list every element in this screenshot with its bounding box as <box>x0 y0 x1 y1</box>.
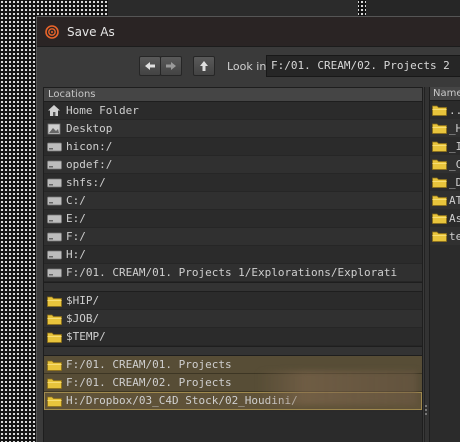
desktop-icon <box>46 122 62 136</box>
location-item[interactable]: $JOB/ <box>44 310 422 328</box>
title-bar[interactable]: Save As <box>37 17 460 47</box>
folder-icon <box>46 376 62 390</box>
location-label: $TEMP/ <box>66 330 106 343</box>
drive-icon <box>46 194 62 208</box>
folder-icon <box>431 121 447 135</box>
favorite-location-item[interactable]: F:/01. CREAM/01. Projects <box>44 356 422 374</box>
file-name: _I <box>449 139 460 153</box>
folder-icon <box>46 394 62 408</box>
location-label: $HIP/ <box>66 294 100 307</box>
folder-icon <box>46 330 62 344</box>
drive-icon <box>46 212 62 226</box>
houdini-logo-icon <box>45 24 59 39</box>
location-item[interactable]: E:/ <box>44 210 422 228</box>
drive-icon <box>46 248 62 262</box>
name-column-header[interactable]: Name <box>430 87 460 101</box>
drives-list: Home Folder Desktop hicon:/ opdef:/ shfs:/ C:… <box>44 102 422 282</box>
location-item[interactable]: F:/ <box>44 228 422 246</box>
location-label: C:/ <box>66 194 86 207</box>
background-window-strip <box>108 0 358 16</box>
favorite-location-item[interactable]: H:/Dropbox/03_C4D Stock/02_Houdini/ <box>44 392 422 410</box>
folder-icon <box>431 103 447 117</box>
folder-icon <box>431 175 447 189</box>
drive-icon <box>46 158 62 172</box>
location-label: shfs:/ <box>66 176 106 189</box>
favorite-location-item[interactable]: F:/01. CREAM/02. Projects <box>44 374 422 392</box>
drive-icon <box>46 176 62 190</box>
look-in-label: Look in <box>227 60 267 73</box>
file-list-item[interactable]: .. <box>430 101 460 119</box>
file-list-panel: Name .. _H _I _C _D AT As te <box>429 87 460 442</box>
list-separator <box>44 282 422 292</box>
file-name: .. <box>449 103 460 117</box>
file-name: As <box>449 211 460 225</box>
drive-icon <box>46 266 62 280</box>
location-item[interactable]: shfs:/ <box>44 174 422 192</box>
folder-icon <box>46 358 62 372</box>
location-label: F:/01. CREAM/02. Projects <box>66 376 232 389</box>
location-label: F:/ <box>66 230 86 243</box>
list-separator <box>44 346 422 356</box>
file-name: _D <box>449 175 460 189</box>
arrow-up-icon <box>199 60 209 72</box>
file-list-item[interactable]: AT <box>430 191 460 209</box>
file-list-item[interactable]: _H <box>430 119 460 137</box>
folder-icon <box>431 229 447 243</box>
folder-icon <box>431 139 447 153</box>
parent-folder-button[interactable] <box>193 56 215 76</box>
arrow-left-icon <box>144 61 156 71</box>
location-label: hicon:/ <box>66 140 113 153</box>
variables-list: $HIP/ $JOB/ $TEMP/ <box>44 292 422 346</box>
file-name: te <box>449 229 460 243</box>
file-list: .. _H _I _C _D AT As te <box>430 101 460 245</box>
home-icon <box>46 104 62 118</box>
file-list-item[interactable]: As <box>430 209 460 227</box>
file-name: AT <box>449 193 460 207</box>
file-name: _H <box>449 121 460 135</box>
location-label: E:/ <box>66 212 86 225</box>
locations-panel: Locations Home Folder Desktop hicon:/ opdef… <box>43 87 423 442</box>
location-label: F:/01. CREAM/01. Projects 1/Explorations… <box>66 266 398 279</box>
file-name: _C <box>449 157 460 171</box>
location-item[interactable]: F:/01. CREAM/01. Projects 1/Explorations… <box>44 264 422 282</box>
location-label: Desktop <box>66 122 113 135</box>
toolbar: Look in F:/01. CREAM/02. Projects 2 <box>37 48 460 84</box>
arrow-right-icon <box>165 61 177 71</box>
location-item[interactable]: $HIP/ <box>44 292 422 310</box>
location-label: F:/01. CREAM/01. Projects <box>66 358 232 371</box>
file-list-item[interactable]: _C <box>430 155 460 173</box>
save-as-dialog: Save As Look in F:/01. CREAM/02. Project… <box>36 16 460 442</box>
splitter-grip[interactable] <box>425 405 428 419</box>
file-list-item[interactable]: _I <box>430 137 460 155</box>
file-list-item[interactable]: te <box>430 227 460 245</box>
location-item[interactable]: $TEMP/ <box>44 328 422 346</box>
file-list-item[interactable]: _D <box>430 173 460 191</box>
folder-icon <box>431 193 447 207</box>
back-button[interactable] <box>139 56 161 76</box>
location-item[interactable]: Desktop <box>44 120 422 138</box>
location-item[interactable]: opdef:/ <box>44 156 422 174</box>
location-item[interactable]: H:/ <box>44 246 422 264</box>
background-window-strip <box>366 0 460 16</box>
drive-icon <box>46 140 62 154</box>
location-label: Home Folder <box>66 104 139 117</box>
location-item[interactable]: C:/ <box>44 192 422 210</box>
folder-icon <box>431 157 447 171</box>
folder-icon <box>431 211 447 225</box>
location-label: opdef:/ <box>66 158 113 171</box>
dialog-title: Save As <box>67 24 115 39</box>
favorites-list: F:/01. CREAM/01. Projects F:/01. CREAM/02… <box>44 356 422 410</box>
location-label: H:/ <box>66 248 86 261</box>
location-item[interactable]: Home Folder <box>44 102 422 120</box>
location-item[interactable]: hicon:/ <box>44 138 422 156</box>
drive-icon <box>46 230 62 244</box>
location-label: $JOB/ <box>66 312 100 325</box>
folder-icon <box>46 294 62 308</box>
locations-header: Locations <box>44 88 422 102</box>
forward-button[interactable] <box>160 56 182 76</box>
look-in-path-input[interactable]: F:/01. CREAM/02. Projects 2 <box>266 55 460 77</box>
folder-icon <box>46 312 62 326</box>
location-label: H:/Dropbox/03_C4D Stock/02_Houdini/ <box>66 394 298 407</box>
